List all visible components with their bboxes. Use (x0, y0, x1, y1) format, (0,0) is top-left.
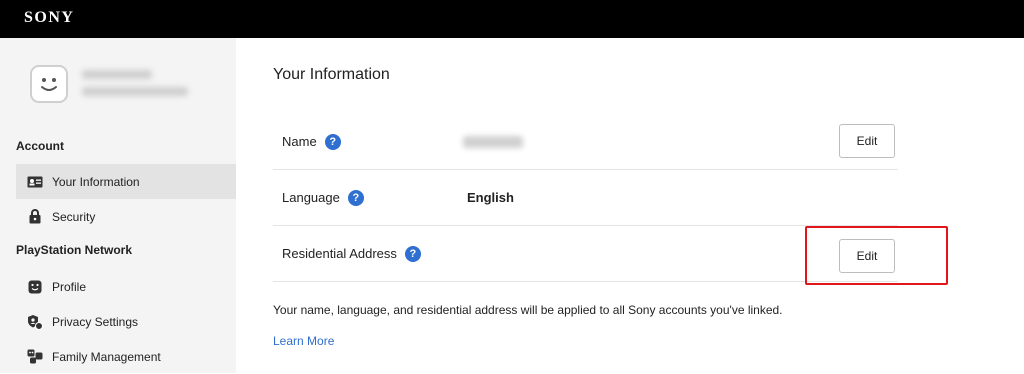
id-card-icon (26, 173, 44, 191)
family-icon (26, 348, 44, 366)
sidebar-item-privacy-settings[interactable]: Privacy Settings (16, 304, 236, 339)
learn-more-link[interactable]: Learn More (273, 334, 334, 348)
lock-icon (26, 208, 44, 226)
sidebar-item-family-management[interactable]: Family Management (16, 339, 236, 374)
sony-logo[interactable]: SONY (24, 9, 74, 27)
main-content: Your Information Name ? Edit Language ? … (236, 38, 1024, 373)
row-label: Language (282, 190, 340, 205)
name-value-blurred (463, 136, 523, 148)
info-row-name: Name ? Edit (273, 114, 898, 170)
row-label: Residential Address (282, 246, 397, 261)
row-label: Name (282, 134, 317, 149)
section-title-account: Account (16, 139, 64, 153)
linked-accounts-note: Your name, language, and residential add… (273, 303, 783, 317)
sidebar-item-label: Profile (52, 279, 87, 294)
sidebar: Account Your Information Security PlaySt… (0, 38, 236, 373)
info-row-language: Language ? English (273, 170, 898, 226)
user-email-blurred (82, 87, 188, 96)
section-title-playstation-network: PlayStation Network (16, 243, 133, 257)
shield-user-icon (26, 313, 44, 331)
help-icon[interactable]: ? (324, 133, 341, 150)
sidebar-item-label: Privacy Settings (52, 314, 139, 329)
language-value: English (467, 190, 514, 205)
row-label-group: Residential Address ? (282, 226, 421, 281)
top-bar: SONY (0, 0, 1024, 38)
sidebar-item-label: Your Information (52, 174, 140, 189)
avatar (30, 65, 68, 103)
highlight-box (805, 226, 948, 285)
sidebar-item-your-information[interactable]: Your Information (16, 164, 236, 199)
row-label-group: Name ? (282, 114, 341, 169)
page-title: Your Information (273, 66, 390, 83)
edit-name-button[interactable]: Edit (839, 124, 895, 158)
help-icon[interactable]: ? (347, 189, 364, 206)
smiley-icon (26, 278, 44, 296)
sidebar-item-label: Security (52, 209, 96, 224)
help-icon[interactable]: ? (404, 245, 421, 262)
sidebar-item-profile[interactable]: Profile (16, 269, 236, 304)
sidebar-item-security[interactable]: Security (16, 199, 236, 234)
smiley-avatar-icon (41, 78, 57, 91)
row-label-group: Language ? (282, 170, 364, 225)
user-name-blurred (82, 70, 152, 79)
sidebar-item-label: Family Management (52, 349, 161, 364)
